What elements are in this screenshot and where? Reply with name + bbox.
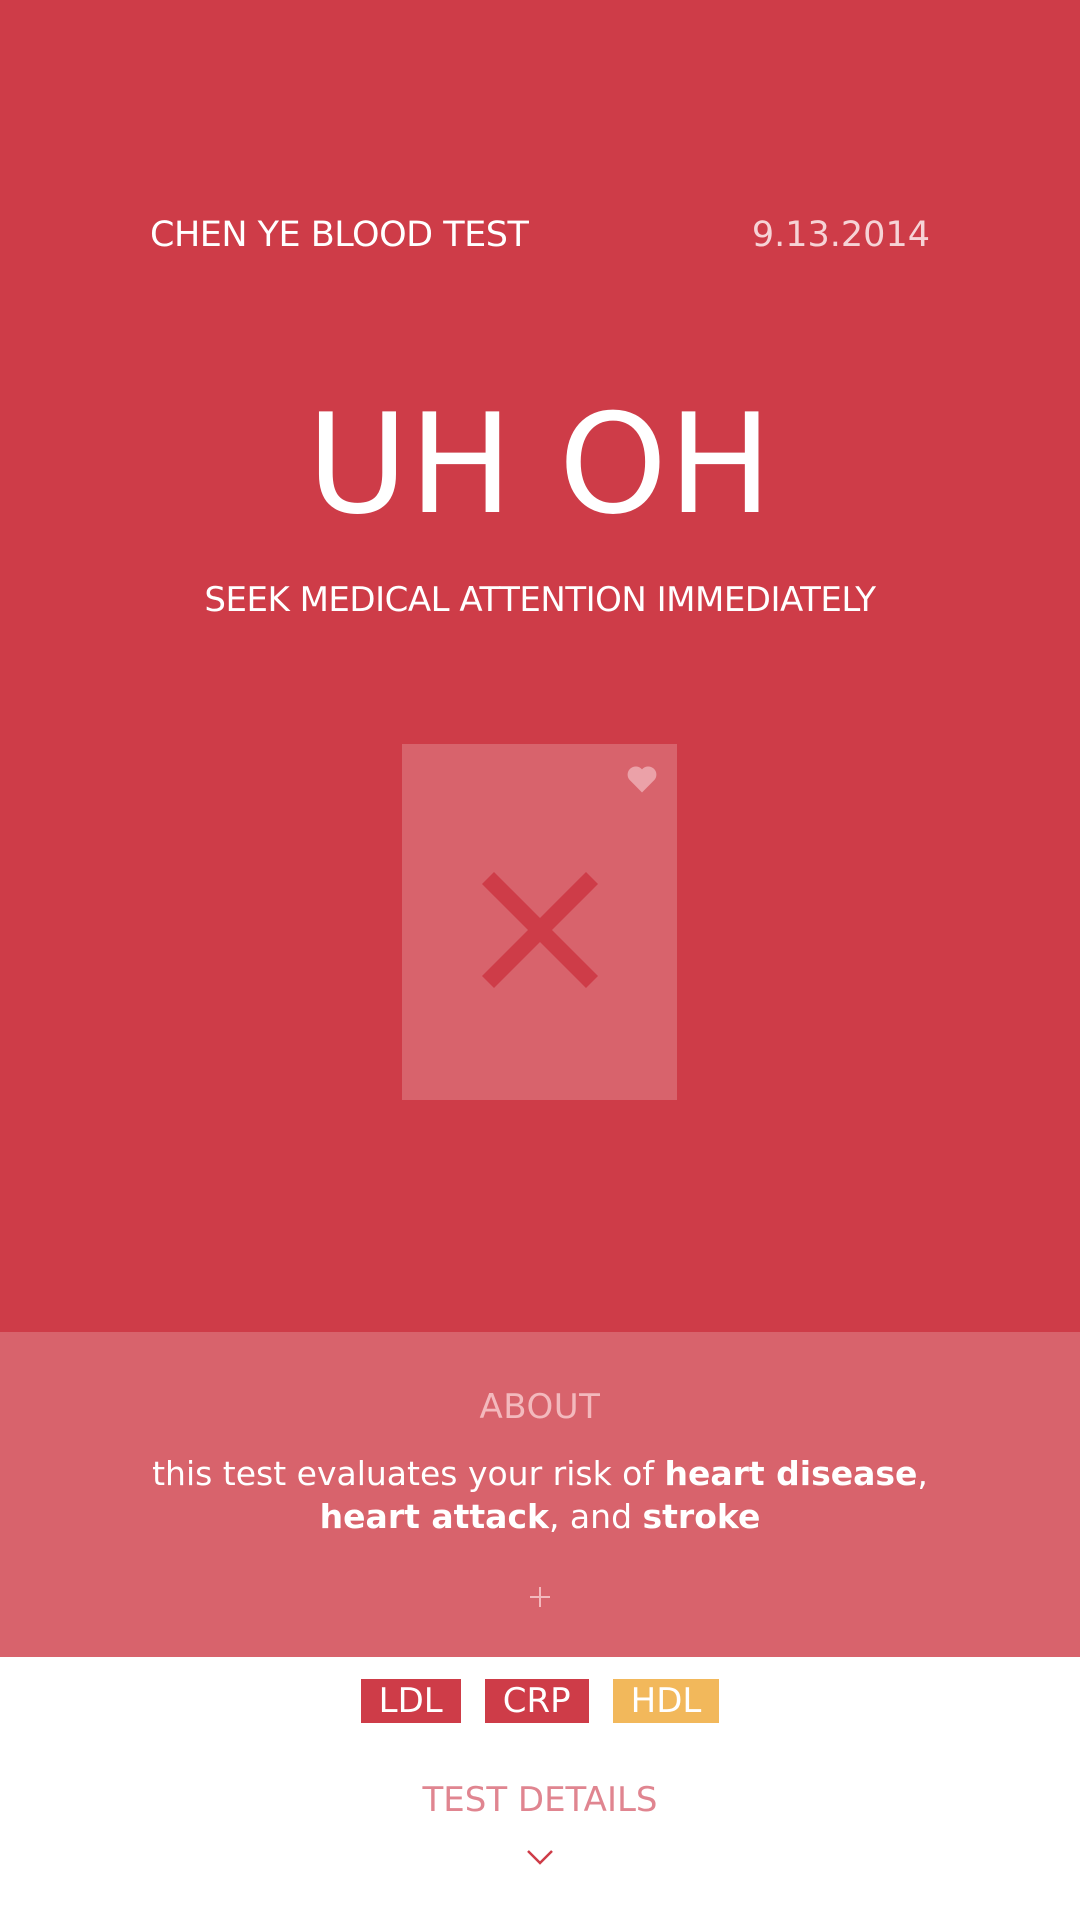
about-keyword-stroke: stroke <box>642 1497 761 1536</box>
result-subheadline: SEEK MEDICAL ATTENTION IMMEDIATELY <box>204 580 876 620</box>
about-keyword-heart-disease: heart disease <box>664 1454 918 1493</box>
chevron-down-icon[interactable] <box>526 1848 554 1866</box>
marker-tags: LDL CRP HDL <box>0 1679 1080 1723</box>
about-section: ABOUT this test evaluates your risk of h… <box>0 1332 1080 1657</box>
test-details-toggle[interactable]: TEST DETAILS <box>0 1780 1080 1820</box>
about-text-part: , and <box>548 1497 643 1536</box>
plus-icon[interactable] <box>520 1577 560 1617</box>
tag-crp[interactable]: CRP <box>484 1679 589 1723</box>
result-headline: UH OH <box>306 384 774 545</box>
about-keyword-heart-attack: heart attack <box>319 1497 549 1536</box>
tag-ldl[interactable]: LDL <box>360 1679 461 1723</box>
about-text-part: this test evaluates your risk of <box>152 1454 665 1493</box>
about-title: ABOUT <box>479 1387 601 1427</box>
about-text-part: , <box>917 1454 928 1493</box>
about-description: this test evaluates your risk of heart d… <box>0 1452 1080 1538</box>
result-hero: CHEN YE BLOOD TEST 9.13.2014 UH OH SEEK … <box>0 0 1080 1332</box>
test-title: CHEN YE BLOOD TEST <box>150 215 529 255</box>
x-mark-icon <box>481 871 599 989</box>
result-card[interactable] <box>402 744 677 1100</box>
heart-icon[interactable] <box>625 762 659 796</box>
test-date: 9.13.2014 <box>751 215 930 255</box>
page: CHEN YE BLOOD TEST 9.13.2014 UH OH SEEK … <box>0 0 1080 1920</box>
tag-hdl[interactable]: HDL <box>612 1679 720 1723</box>
